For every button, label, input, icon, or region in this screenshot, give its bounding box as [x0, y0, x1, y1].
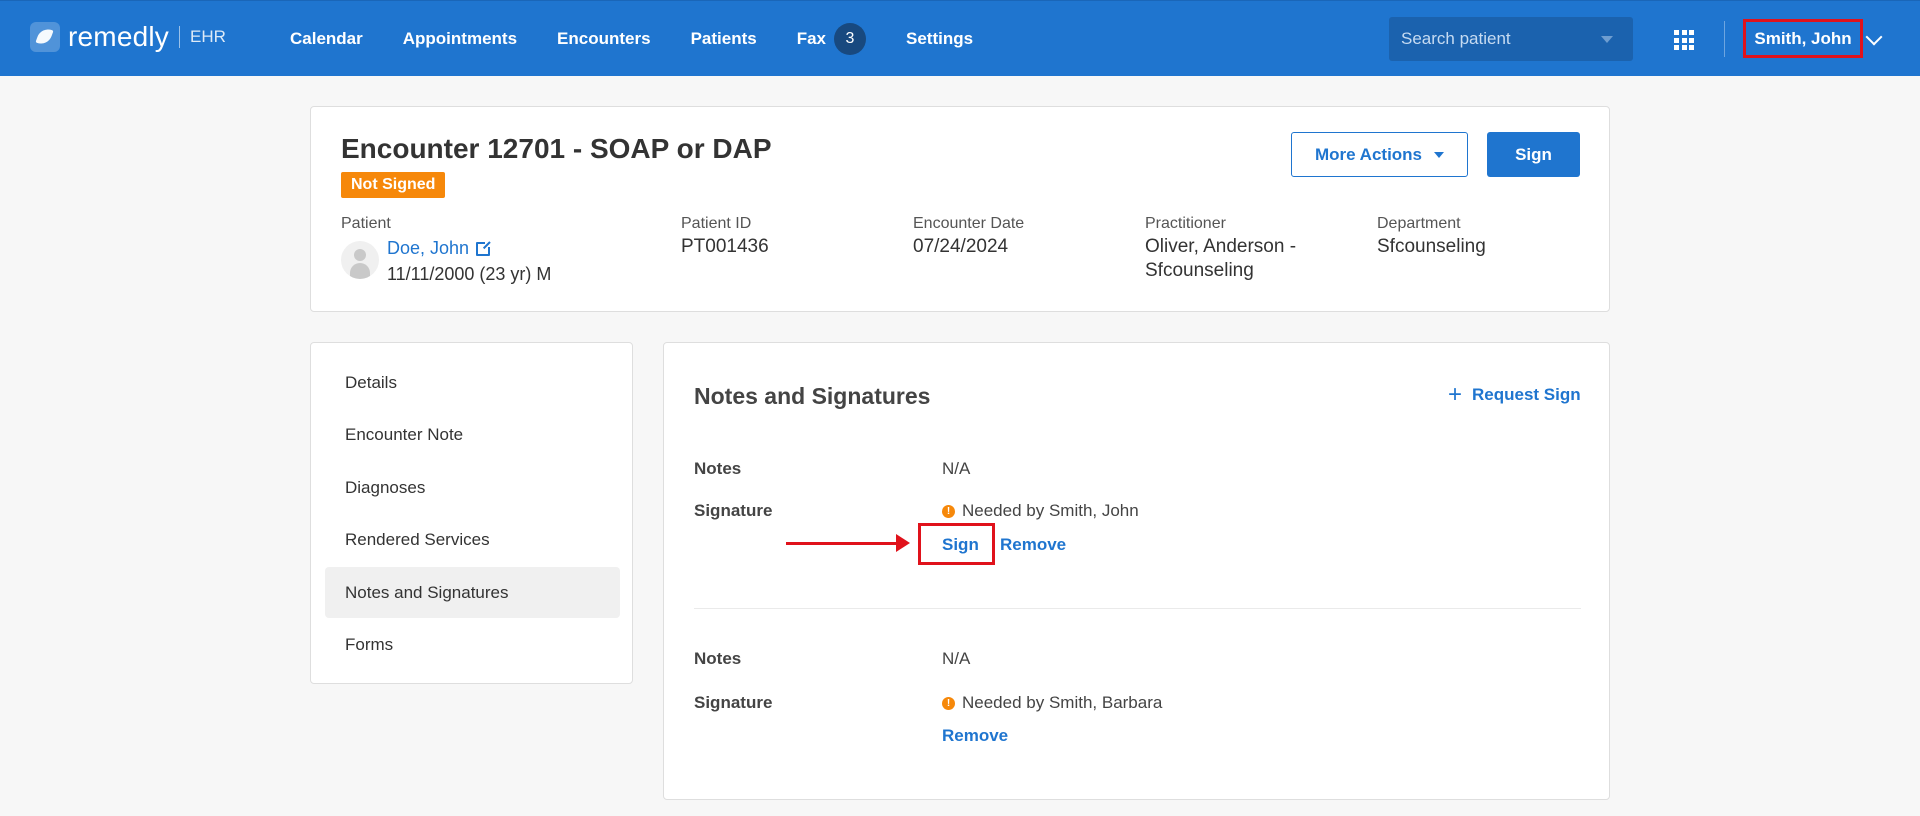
section-title: Notes and Signatures [694, 383, 931, 409]
fax-count-badge: 3 [834, 23, 866, 55]
nav-patients[interactable]: Patients [691, 29, 757, 49]
side-item-details[interactable]: Details [325, 357, 620, 408]
sign-link[interactable]: Sign [942, 535, 979, 555]
arrow-right-icon [786, 534, 910, 552]
signature-needed-text: Needed by Smith, John [962, 501, 1139, 520]
side-item-forms[interactable]: Forms [325, 619, 620, 670]
patient-search[interactable] [1389, 17, 1633, 61]
nav-encounters[interactable]: Encounters [557, 29, 651, 49]
notes-value: N/A [942, 649, 971, 668]
caret-down-icon [1434, 151, 1445, 158]
page-title: Encounter 12701 - SOAP or DAP [341, 133, 772, 164]
patient-label: Patient [341, 215, 391, 232]
practitioner-value-line1: Oliver, Anderson - [1145, 236, 1297, 257]
external-link-icon [476, 239, 493, 256]
remove-link[interactable]: Remove [942, 726, 1008, 746]
more-actions-button[interactable]: More Actions [1291, 132, 1468, 177]
warning-icon: ! [942, 696, 955, 710]
user-menu[interactable]: Smith, John [1743, 19, 1863, 58]
nav-calendar[interactable]: Calendar [290, 29, 363, 49]
app-logo[interactable]: remedly EHR [30, 21, 226, 53]
practitioner-label: Practitioner [1145, 215, 1226, 232]
notes-signatures-card: Notes and Signatures + Request Sign Note… [663, 342, 1610, 800]
side-item-notes-and-signatures[interactable]: Notes and Signatures [325, 567, 620, 618]
chevron-down-icon[interactable] [1601, 36, 1613, 43]
patient-link[interactable]: Doe, John [387, 238, 493, 259]
nav-fax-label: Fax [796, 29, 826, 48]
avatar [341, 241, 379, 279]
department-label: Department [1377, 215, 1461, 232]
app-name: remedly [68, 21, 169, 52]
request-sign-button[interactable]: + Request Sign [1448, 381, 1581, 408]
encounter-date-label: Encounter Date [913, 215, 1025, 232]
signature-status: ! Needed by Smith, Barbara [942, 693, 1162, 713]
entry-divider [694, 608, 1581, 609]
more-actions-label: More Actions [1314, 144, 1423, 164]
main-nav: Calendar Appointments Encounters Patient… [290, 1, 1013, 77]
signature-label: Signature [694, 501, 773, 520]
patient-name: Doe, John [387, 238, 470, 258]
nav-fax[interactable]: Fax 3 [797, 23, 866, 55]
chevron-down-icon[interactable] [1865, 28, 1883, 46]
logo-divider [179, 26, 180, 48]
department-value: Sfcounseling [1377, 236, 1486, 257]
leaf-icon [30, 22, 60, 52]
sign-encounter-button[interactable]: Sign [1487, 132, 1580, 177]
status-badge: Not Signed [341, 172, 446, 198]
side-item-encounter-note[interactable]: Encounter Note [325, 409, 620, 460]
apps-grid-icon[interactable] [1674, 30, 1694, 50]
signature-needed-text: Needed by Smith, Barbara [962, 693, 1163, 712]
encounter-date-value: 07/24/2024 [913, 236, 1009, 257]
remove-link[interactable]: Remove [1000, 535, 1066, 555]
notes-label: Notes [694, 649, 742, 668]
request-sign-label: Request Sign [1472, 385, 1581, 404]
warning-icon: ! [942, 504, 955, 518]
practitioner-value-line2: Sfcounseling [1145, 260, 1254, 281]
notes-value: N/A [942, 459, 971, 478]
patient-id-label: Patient ID [681, 215, 752, 232]
notes-label: Notes [694, 459, 742, 478]
signature-status: ! Needed by Smith, John [942, 501, 1139, 521]
patient-id-value: PT001436 [681, 236, 769, 257]
nav-appointments[interactable]: Appointments [403, 29, 517, 49]
top-nav-bar: remedly EHR Calendar Appointments Encoun… [0, 0, 1920, 76]
side-item-rendered-services[interactable]: Rendered Services [325, 514, 620, 565]
patient-dob: 11/11/2000 (23 yr) M [387, 264, 552, 284]
encounter-header-card: Encounter 12701 - SOAP or DAP Not Signed… [310, 106, 1610, 312]
nav-settings[interactable]: Settings [906, 29, 973, 49]
plus-icon: + [1448, 381, 1463, 408]
encounter-side-menu: Details Encounter Note Diagnoses Rendere… [310, 342, 633, 684]
app-suffix: EHR [190, 27, 226, 46]
search-input[interactable] [1401, 29, 1591, 49]
nav-divider [1724, 21, 1725, 57]
side-item-diagnoses[interactable]: Diagnoses [325, 462, 620, 513]
signature-label: Signature [694, 693, 773, 712]
